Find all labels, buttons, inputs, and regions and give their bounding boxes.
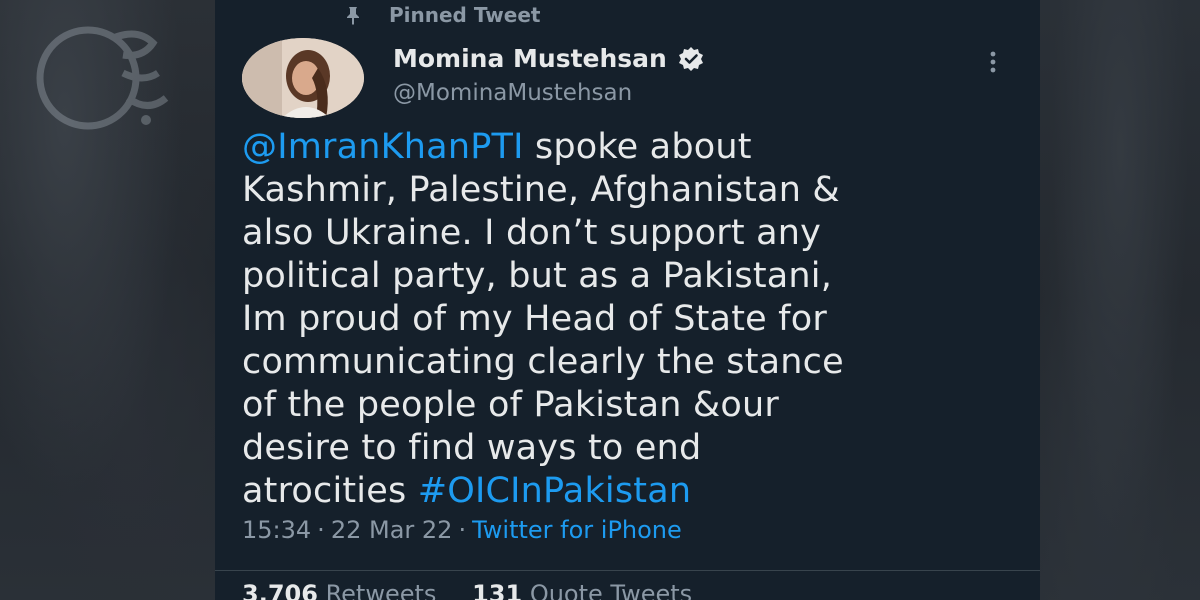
more-options-icon[interactable] <box>985 48 1001 76</box>
tweet-text-segment: political party, but as a Pakistani, <box>242 256 833 296</box>
screenshot-stage: Pinned Tweet Momina Mustehsan @MominaMus… <box>0 0 1200 600</box>
tweet-text-line: @ImranKhanPTI spoke about <box>242 126 1032 169</box>
tweet-text-segment: also Ukraine. I don’t support any <box>242 213 822 253</box>
tweet-text-segment: communicating clearly the stance <box>242 342 844 382</box>
tweet-time[interactable]: 15:34 <box>242 516 311 544</box>
tweet-text-segment: desire to find ways to end <box>242 428 702 468</box>
blurred-background-left <box>0 0 215 600</box>
mention-link[interactable]: @ImranKhanPTI <box>242 127 524 167</box>
pinned-tweet-label: Pinned Tweet <box>389 3 541 27</box>
tweet-date[interactable]: 22 Mar 22 <box>331 516 453 544</box>
tweet-text-segment: Im proud of my Head of State for <box>242 299 827 339</box>
quote-tweets-count[interactable]: 131 <box>472 580 522 600</box>
retweets-count[interactable]: 3,706 <box>242 580 318 600</box>
tweet-text-line: Im proud of my Head of State for <box>242 298 1032 341</box>
meta-separator: · <box>458 516 467 544</box>
tweet-text-line: also Ukraine. I don’t support any <box>242 212 1032 255</box>
retweets-label[interactable]: Retweets <box>326 580 437 600</box>
tweet-text-line: of the people of Pakistan &our <box>242 384 1032 427</box>
tweet-text-segment: Kashmir, Palestine, Afghanistan & <box>242 170 840 210</box>
blurred-background-right <box>1040 0 1200 600</box>
tweet-text-segment: spoke about <box>523 127 752 167</box>
meta-separator: · <box>317 516 325 544</box>
stats-divider <box>215 570 1040 571</box>
hashtag-link[interactable]: #OICInPakistan <box>418 471 692 511</box>
tweet-text-line: communicating clearly the stance <box>242 341 1032 384</box>
author-name-row[interactable]: Momina Mustehsan <box>393 44 705 73</box>
avatar[interactable] <box>242 38 364 118</box>
tweet-card: Pinned Tweet Momina Mustehsan @MominaMus… <box>215 0 1040 600</box>
verified-badge-icon <box>678 46 703 71</box>
author-display-name[interactable]: Momina Mustehsan <box>393 44 667 73</box>
pinned-tweet-indicator: Pinned Tweet <box>343 2 540 28</box>
tweet-text-line: atrocities #OICInPakistan <box>242 470 1032 513</box>
tweet-stats: 3,706 Retweets 131 Quote Tweets <box>242 580 720 600</box>
tweet-text-line: Kashmir, Palestine, Afghanistan & <box>242 169 1032 212</box>
tweet-metadata: 15:34 · 22 Mar 22 · Twitter for iPhone <box>242 516 682 544</box>
tweet-text: @ImranKhanPTI spoke about Kashmir, Palest… <box>242 126 1032 513</box>
tweet-text-segment: atrocities <box>242 471 418 511</box>
tweet-text-line: political party, but as a Pakistani, <box>242 255 1032 298</box>
tweet-source-link[interactable]: Twitter for iPhone <box>472 516 682 544</box>
tweet-text-segment: of the people of Pakistan &our <box>242 385 780 425</box>
avatar-photo <box>242 38 364 118</box>
tweet-text-line: desire to find ways to end <box>242 427 1032 470</box>
pin-icon <box>347 7 359 25</box>
quote-tweets-label[interactable]: Quote Tweets <box>530 580 692 600</box>
author-handle[interactable]: @MominaMustehsan <box>393 80 632 106</box>
watermark-logo <box>36 26 169 130</box>
